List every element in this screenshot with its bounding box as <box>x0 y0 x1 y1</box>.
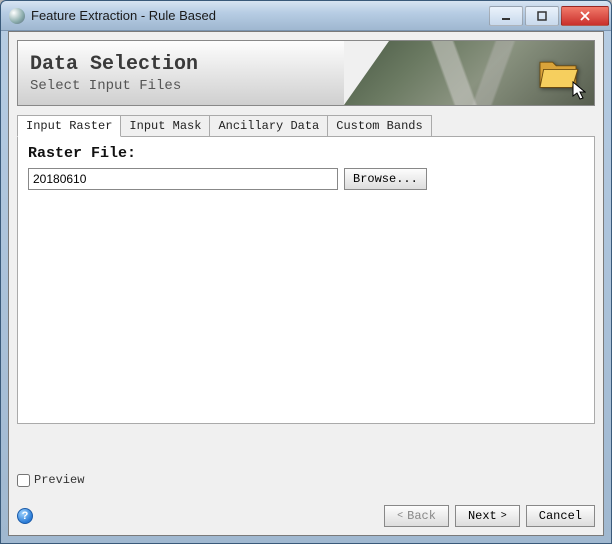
nav-buttons: ? < Back Next > Cancel <box>17 505 595 527</box>
client-area: Data Selection Select Input Files Input … <box>8 31 604 536</box>
chevron-left-icon: < <box>397 511 403 522</box>
wizard-footer: Preview ? < Back Next > Cancel <box>17 473 595 527</box>
banner-image <box>344 41 594 105</box>
back-button[interactable]: < Back <box>384 505 449 527</box>
next-button[interactable]: Next > <box>455 505 520 527</box>
banner-subtitle: Select Input Files <box>30 78 332 94</box>
titlebar[interactable]: Feature Extraction - Rule Based <box>1 1 611 31</box>
preview-toggle[interactable]: Preview <box>17 473 595 487</box>
back-label: Back <box>407 509 436 523</box>
tab-panel-input-raster: Raster File: Browse... <box>17 136 595 424</box>
tab-container: Input Raster Input Mask Ancillary Data C… <box>17 114 595 424</box>
cursor-arrow-icon <box>572 81 586 101</box>
dialog-window: Feature Extraction - Rule Based Data Sel… <box>0 0 612 544</box>
minimize-button[interactable] <box>489 6 523 26</box>
maximize-button[interactable] <box>525 6 559 26</box>
chevron-right-icon: > <box>501 511 507 522</box>
banner-text-area: Data Selection Select Input Files <box>18 41 344 105</box>
preview-label: Preview <box>34 473 84 487</box>
tab-strip: Input Raster Input Mask Ancillary Data C… <box>17 114 595 136</box>
raster-file-label: Raster File: <box>28 145 584 162</box>
raster-file-row: Browse... <box>28 168 584 190</box>
app-icon <box>9 8 25 24</box>
close-button[interactable] <box>561 6 609 26</box>
window-title: Feature Extraction - Rule Based <box>31 8 489 23</box>
cancel-button[interactable]: Cancel <box>526 505 595 527</box>
browse-button[interactable]: Browse... <box>344 168 427 190</box>
preview-checkbox[interactable] <box>17 474 30 487</box>
tab-input-raster[interactable]: Input Raster <box>17 115 121 137</box>
window-controls <box>489 6 609 26</box>
wizard-banner: Data Selection Select Input Files <box>17 40 595 106</box>
tab-custom-bands[interactable]: Custom Bands <box>327 115 431 137</box>
next-label: Next <box>468 509 497 523</box>
tab-input-mask[interactable]: Input Mask <box>120 115 210 137</box>
help-icon[interactable]: ? <box>17 508 33 524</box>
banner-title: Data Selection <box>30 53 332 76</box>
tab-ancillary-data[interactable]: Ancillary Data <box>209 115 328 137</box>
raster-file-input[interactable] <box>28 168 338 190</box>
